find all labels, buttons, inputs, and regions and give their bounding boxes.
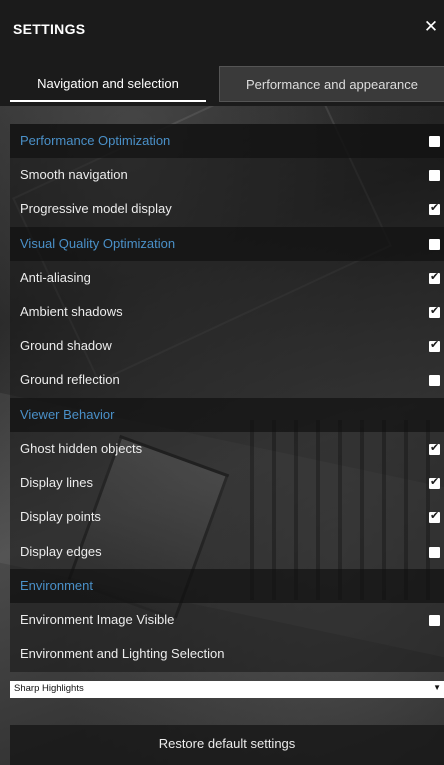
ghost-hidden-objects-checkbox[interactable]: ✔ (429, 441, 440, 455)
setting-row-ground-shadow[interactable]: Ground shadow ✔ (10, 329, 444, 364)
restore-default-settings-button[interactable]: Restore default settings (10, 725, 444, 765)
setting-row-display-edges[interactable]: Display edges (10, 534, 444, 569)
checkmark-icon: ✔ (430, 339, 440, 352)
checkmark-icon: ✔ (430, 476, 440, 489)
tab-performance-and-appearance[interactable]: Performance and appearance (219, 66, 444, 102)
setting-label: Ground reflection (20, 372, 120, 388)
setting-row-progressive-model-display[interactable]: Progressive model display ✔ (10, 192, 444, 227)
environment-select-value: Sharp Highlights (14, 683, 84, 694)
setting-row-ghost-hidden-objects[interactable]: Ghost hidden objects ✔ (10, 431, 444, 467)
panel-header: SETTINGS ✕ (0, 0, 444, 58)
section-header-performance-optimization[interactable]: Performance Optimization (10, 124, 444, 158)
ground-shadow-checkbox[interactable]: ✔ (429, 339, 440, 353)
checkmark-icon: ✔ (430, 304, 440, 317)
performance-optimization-checkbox[interactable] (429, 136, 440, 147)
chevron-down-icon: ▼ (433, 683, 441, 692)
tab-navigation-and-selection[interactable]: Navigation and selection (10, 66, 206, 102)
setting-label: Ghost hidden objects (20, 440, 143, 456)
setting-label: Ground shadow (20, 338, 112, 354)
setting-row-display-points[interactable]: Display points ✔ (10, 500, 444, 535)
display-lines-checkbox[interactable]: ✔ (429, 476, 440, 490)
setting-label: Ambient shadows (20, 303, 123, 319)
visual-quality-optimization-checkbox[interactable] (429, 238, 440, 250)
setting-label: Display edges (20, 543, 102, 559)
settings-list: Performance Optimization Smooth navigatio… (10, 124, 444, 672)
close-icon[interactable]: ✕ (422, 17, 440, 37)
setting-row-anti-aliasing[interactable]: Anti-aliasing ✔ (10, 260, 444, 295)
smooth-navigation-checkbox[interactable] (429, 170, 440, 181)
checkmark-icon: ✔ (430, 202, 440, 215)
ground-reflection-checkbox[interactable] (429, 375, 440, 387)
section-title: Visual Quality Optimization (20, 235, 176, 251)
setting-row-environment-and-lighting-selection: Environment and Lighting Selection (10, 637, 444, 672)
checkmark-icon: ✔ (430, 270, 440, 283)
setting-row-ambient-shadows[interactable]: Ambient shadows ✔ (10, 294, 444, 330)
anti-aliasing-checkbox[interactable]: ✔ (429, 270, 440, 284)
setting-label: Environment and Lighting Selection (20, 646, 225, 662)
setting-row-display-lines[interactable]: Display lines ✔ (10, 466, 444, 501)
environment-image-visible-checkbox[interactable] (429, 614, 440, 626)
section-header-visual-quality-optimization[interactable]: Visual Quality Optimization (10, 226, 444, 261)
section-header-viewer-behavior: Viewer Behavior (10, 397, 444, 432)
section-title: Performance Optimization (20, 133, 171, 148)
checkmark-icon: ✔ (430, 441, 440, 454)
setting-label: Display points (20, 509, 101, 525)
restore-default-settings-label: Restore default settings (158, 736, 296, 751)
display-points-checkbox[interactable]: ✔ (429, 510, 440, 524)
setting-label: Progressive model display (20, 201, 172, 217)
setting-label: Anti-aliasing (20, 269, 91, 285)
section-header-environment: Environment (10, 568, 444, 603)
environment-select[interactable]: Sharp Highlights ▼ (10, 681, 444, 698)
setting-row-ground-reflection[interactable]: Ground reflection (10, 363, 444, 398)
setting-label: Smooth navigation (20, 167, 128, 182)
section-title: Viewer Behavior (20, 406, 115, 422)
checkmark-icon: ✔ (430, 510, 440, 523)
progressive-model-display-checkbox[interactable]: ✔ (429, 202, 440, 216)
setting-label: Environment Image Visible (20, 611, 175, 627)
setting-row-environment-image-visible[interactable]: Environment Image Visible (10, 602, 444, 638)
setting-label: Display lines (20, 475, 93, 491)
panel-title: SETTINGS (13, 21, 86, 37)
display-edges-checkbox[interactable] (429, 546, 440, 558)
tab-bar: Navigation and selection Performance and… (0, 58, 444, 106)
setting-row-smooth-navigation[interactable]: Smooth navigation (10, 158, 444, 193)
settings-panel: SETTINGS ✕ Navigation and selection Perf… (0, 0, 444, 765)
section-title: Environment (20, 577, 93, 593)
ambient-shadows-checkbox[interactable]: ✔ (429, 304, 440, 318)
